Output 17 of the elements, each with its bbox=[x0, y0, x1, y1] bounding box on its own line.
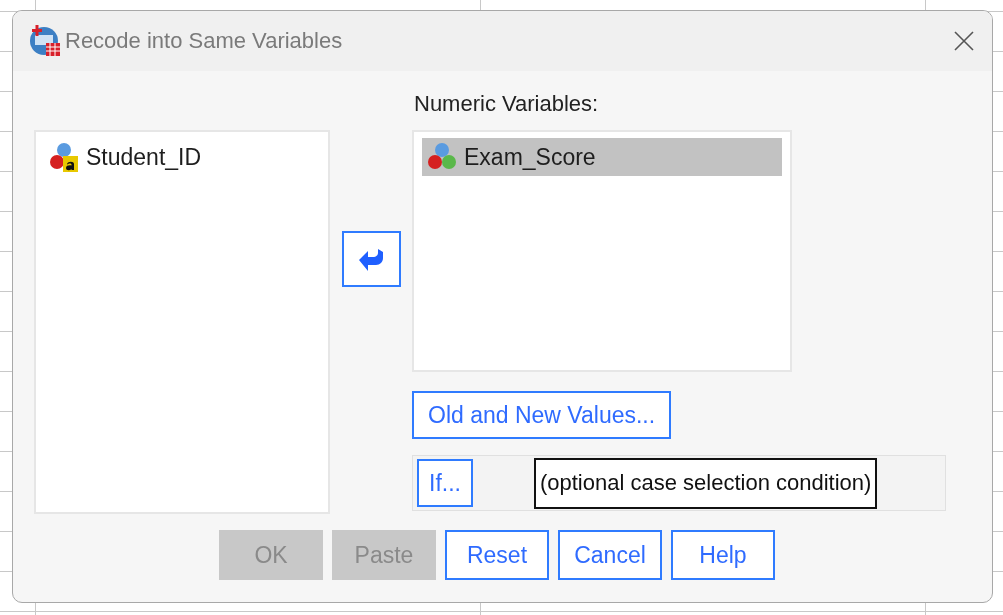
move-variable-button[interactable] bbox=[341, 231, 401, 287]
old-and-new-values-button[interactable]: Old and New Values... bbox=[412, 391, 672, 439]
return-arrow-icon bbox=[357, 247, 385, 271]
dialog-button[interactable]: Help bbox=[671, 530, 775, 580]
condition-text: (optional case selection condition) bbox=[533, 457, 878, 509]
dialog-button[interactable]: Cancel bbox=[558, 530, 662, 580]
source-variable-list[interactable]: Student_ID bbox=[34, 130, 330, 514]
list-label: Numeric Variables: bbox=[414, 91, 600, 118]
variable-item[interactable]: Exam_Score bbox=[422, 138, 782, 176]
recode-app-icon bbox=[29, 25, 61, 57]
target-variable-list[interactable]: Exam_Score bbox=[412, 130, 792, 372]
nominal-string-icon bbox=[48, 141, 80, 173]
close-icon[interactable] bbox=[954, 31, 974, 51]
if-button[interactable]: If... bbox=[417, 459, 473, 507]
window-title: Recode into Same Variables bbox=[65, 28, 344, 54]
variable-item[interactable]: Student_ID bbox=[44, 138, 320, 176]
dialog-button[interactable]: Reset bbox=[445, 530, 549, 580]
